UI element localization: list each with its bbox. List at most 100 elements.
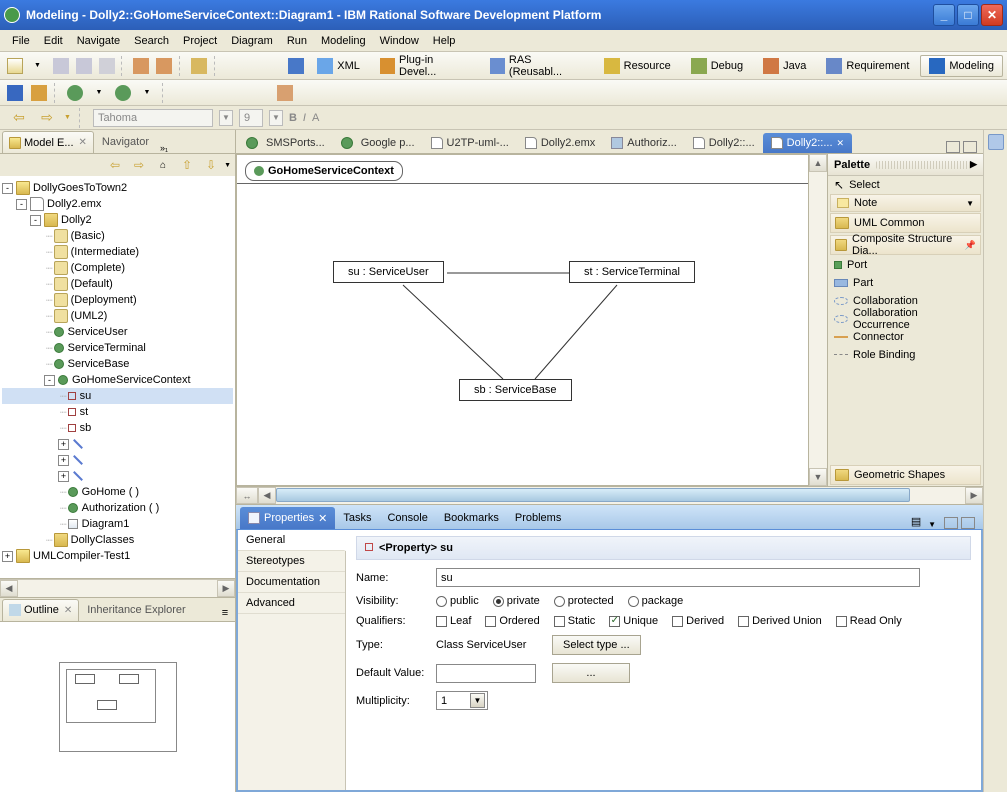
tool-xj[interactable] <box>4 82 26 104</box>
view-dd-icon[interactable]: ▼ <box>924 520 940 529</box>
pal-connector[interactable]: Connector <box>828 328 983 346</box>
brush-button[interactable] <box>274 82 296 104</box>
close-editor-icon[interactable]: ✕ <box>837 138 845 149</box>
etab-d2a[interactable]: Dolly2::... <box>685 133 763 153</box>
menu-icon[interactable]: ▼ <box>224 162 231 169</box>
up-icon[interactable]: ⇧ <box>176 154 198 176</box>
chk-readonly[interactable]: Read Only <box>836 615 902 627</box>
default-value-button[interactable]: ... <box>552 663 630 683</box>
italic-button[interactable]: I <box>303 112 306 124</box>
fontcolor-button[interactable]: A <box>312 112 319 124</box>
run-button[interactable] <box>64 82 86 104</box>
tab-overflow[interactable]: »₁ <box>157 143 171 153</box>
max-view-icon[interactable] <box>963 141 977 153</box>
menu-project[interactable]: Project <box>177 33 223 49</box>
ptab-documentation[interactable]: Documentation <box>238 572 345 593</box>
persp-switcher[interactable] <box>285 55 306 77</box>
new-dropdown[interactable]: ▼ <box>27 55 48 77</box>
tab-navigator[interactable]: Navigator <box>96 131 155 153</box>
select-type-button[interactable]: Select type ... <box>552 635 641 655</box>
min-restore-icon[interactable] <box>946 141 960 153</box>
new-button[interactable] <box>4 55 25 77</box>
close-button[interactable]: ✕ <box>981 4 1003 26</box>
persp-resource[interactable]: Resource <box>595 55 680 77</box>
menu-window[interactable]: Window <box>374 33 425 49</box>
multiplicity-combo[interactable]: 1▼ <box>436 691 488 710</box>
persp-ras[interactable]: RAS (Reusabl... <box>481 55 593 77</box>
nav-fwd[interactable]: ⇨ <box>36 107 58 129</box>
etab-d2b[interactable]: Dolly2::... ✕ <box>763 133 852 153</box>
part-sb[interactable]: sb : ServiceBase <box>459 379 572 401</box>
etab-auth[interactable]: Authoriz... <box>603 133 685 153</box>
radio-public[interactable]: public <box>436 595 479 607</box>
chk-static[interactable]: Static <box>554 615 596 627</box>
persp-xml[interactable]: XML <box>308 55 369 77</box>
drawer-composite[interactable]: Composite Structure Dia...📌 <box>830 235 981 255</box>
font-name-dd[interactable]: ▼ <box>219 110 233 126</box>
tool-c[interactable] <box>189 55 210 77</box>
chk-unique[interactable]: Unique <box>609 615 658 627</box>
chk-ordered[interactable]: Ordered <box>485 615 539 627</box>
menu-run[interactable]: Run <box>281 33 313 49</box>
expand-icon[interactable]: - <box>2 183 13 194</box>
back-icon[interactable]: ⇦ <box>104 154 126 176</box>
nav-dd[interactable]: ▼ <box>64 114 71 121</box>
saveall-button[interactable] <box>73 55 94 77</box>
name-input[interactable] <box>436 568 920 587</box>
print-button[interactable] <box>96 55 117 77</box>
menu-navigate[interactable]: Navigate <box>71 33 126 49</box>
ptab-general[interactable]: General <box>238 530 346 551</box>
model-explorer-tree[interactable]: -DollyGoesToTown2 -Dolly2.emx -Dolly2 ┈(… <box>0 176 235 579</box>
part-su[interactable]: su : ServiceUser <box>333 261 444 283</box>
run-dropdown[interactable]: ▼ <box>88 82 110 104</box>
h-scrollbar[interactable]: ◀▶ <box>0 579 235 597</box>
menu-help[interactable]: Help <box>427 33 462 49</box>
minimize-button[interactable]: _ <box>933 4 955 26</box>
pal-rolebinding[interactable]: Role Binding <box>828 346 983 364</box>
persp-modeling[interactable]: Modeling <box>920 55 1003 77</box>
etab-smsports[interactable]: SMSPorts... <box>238 133 333 153</box>
part-st[interactable]: st : ServiceTerminal <box>569 261 695 283</box>
etab-u2tp[interactable]: U2TP-uml-... <box>423 133 517 153</box>
palette-collapse-icon[interactable]: ▶ <box>970 159 977 170</box>
btab-problems[interactable]: Problems <box>507 507 569 529</box>
ptab-stereotypes[interactable]: Stereotypes <box>238 551 345 572</box>
tool-a[interactable] <box>131 55 152 77</box>
chk-derived-union[interactable]: Derived Union <box>738 615 822 627</box>
v-scrollbar[interactable]: ▲▼ <box>809 154 827 486</box>
tab-inheritance[interactable]: Inheritance Explorer <box>81 599 191 621</box>
close-props-icon[interactable]: ✕ <box>318 512 327 525</box>
tab-model-explorer[interactable]: Model E...✕ <box>2 131 94 153</box>
ptab-advanced[interactable]: Advanced <box>238 593 345 614</box>
pal-part[interactable]: Part <box>828 274 983 292</box>
ext-run-button[interactable] <box>112 82 134 104</box>
pal-note[interactable]: Note▼ <box>830 194 981 212</box>
outline-minimap[interactable] <box>0 622 235 792</box>
btab-properties[interactable]: Properties ✕ <box>240 507 335 529</box>
font-name-input[interactable] <box>93 109 213 127</box>
persp-java[interactable]: Java <box>754 55 815 77</box>
pal-port[interactable]: Port <box>828 256 983 274</box>
font-size-input[interactable] <box>239 109 263 127</box>
chk-derived[interactable]: Derived <box>672 615 724 627</box>
etab-google[interactable]: Google p... <box>333 133 423 153</box>
pal-collab-occ[interactable]: Collaboration Occurrence <box>828 310 983 328</box>
pal-select[interactable]: ↖Select <box>828 176 983 194</box>
persp-req[interactable]: Requirement <box>817 55 918 77</box>
font-size-dd[interactable]: ▼ <box>269 110 283 126</box>
fastview-icon[interactable] <box>988 134 1004 150</box>
menu-search[interactable]: Search <box>128 33 175 49</box>
radio-package[interactable]: package <box>628 595 684 607</box>
diagram-canvas[interactable]: GoHomeServiceContext su : ServiceUser st… <box>236 154 809 486</box>
radio-private[interactable]: private <box>493 595 540 607</box>
btab-bookmarks[interactable]: Bookmarks <box>436 507 507 529</box>
etab-dolly2emx[interactable]: Dolly2.emx <box>517 133 603 153</box>
menu-diagram[interactable]: Diagram <box>225 33 279 49</box>
close-tab-icon[interactable]: ✕ <box>79 137 87 148</box>
tool-dj[interactable] <box>28 82 50 104</box>
home-icon[interactable]: ⌂ <box>152 154 174 176</box>
maximize-button[interactable]: □ <box>957 4 979 26</box>
down-icon[interactable]: ⇩ <box>200 154 222 176</box>
menu-file[interactable]: File <box>6 33 36 49</box>
nav-back[interactable]: ⇦ <box>8 107 30 129</box>
